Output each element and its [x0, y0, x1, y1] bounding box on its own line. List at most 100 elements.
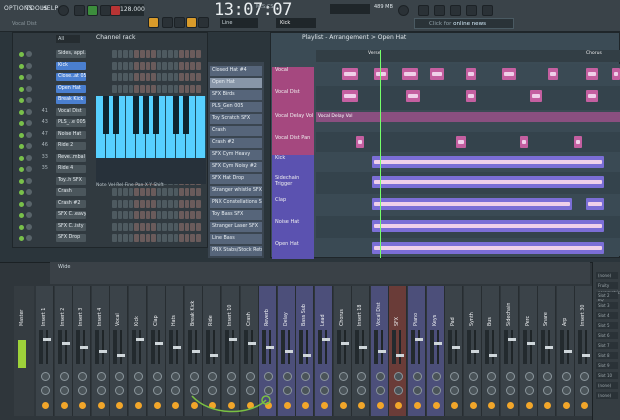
playlist-clip[interactable]	[466, 68, 476, 80]
volume-fader-track[interactable]	[511, 330, 513, 364]
step-button[interactable]	[184, 211, 190, 219]
volume-fader[interactable]	[322, 338, 330, 341]
pan-knob[interactable]	[506, 372, 515, 381]
playlist-clip[interactable]	[530, 90, 542, 102]
step-button[interactable]	[167, 199, 173, 208]
channel-mute-led[interactable]	[19, 224, 24, 230]
pan-knob[interactable]	[115, 372, 125, 381]
volume-fader[interactable]	[154, 342, 163, 345]
step-button[interactable]	[167, 50, 173, 58]
channel-name-button[interactable]: Crash	[56, 188, 86, 196]
pan-knob[interactable]	[543, 372, 553, 381]
volume-fader[interactable]	[359, 346, 368, 349]
track-lane[interactable]	[316, 152, 620, 172]
step-button[interactable]	[184, 50, 190, 58]
route-send-led[interactable]	[395, 402, 403, 409]
step-button[interactable]	[123, 73, 128, 81]
step-button[interactable]	[128, 211, 134, 219]
step-button[interactable]	[156, 188, 162, 196]
playlist-clip[interactable]	[342, 90, 358, 102]
step-sequencer[interactable]	[112, 84, 201, 93]
tempo-display[interactable]: 128.000	[120, 4, 145, 16]
step-button[interactable]	[139, 84, 145, 93]
mixer-insert-strip[interactable]: Perc	[519, 286, 538, 416]
pan-knob[interactable]	[152, 372, 162, 381]
channel-mute-led[interactable]	[19, 155, 24, 161]
step-button[interactable]	[151, 199, 156, 208]
channel-mute-led[interactable]	[19, 190, 24, 195]
volume-fader[interactable]	[582, 354, 591, 357]
piano-key-black[interactable]	[133, 96, 139, 134]
route-send-led[interactable]	[321, 402, 328, 409]
pencil-icon[interactable]	[162, 17, 173, 28]
playlist-clip[interactable]	[502, 68, 516, 80]
step-button[interactable]	[139, 50, 145, 58]
pattern-item[interactable]: PNX Stabs/Stock Retro..	[210, 246, 262, 256]
step-button[interactable]	[190, 50, 195, 58]
channel-pan-knob[interactable]	[26, 235, 32, 241]
step-button[interactable]	[184, 73, 190, 81]
pattern-item[interactable]: Crash #2	[210, 138, 262, 148]
marker-verse[interactable]: Verse	[368, 51, 380, 56]
volume-fader-track[interactable]	[436, 330, 439, 364]
clock-icon[interactable]	[398, 5, 409, 16]
mixer-insert-strip[interactable]: Synth	[463, 286, 482, 416]
stereo-knob[interactable]	[282, 386, 292, 395]
step-button[interactable]	[195, 188, 201, 196]
effect-slot[interactable]: Slot 3	[596, 302, 618, 309]
stereo-knob[interactable]	[431, 386, 441, 395]
pan-knob[interactable]	[580, 372, 590, 381]
mixer-insert-strip[interactable]: Vocal Dist	[370, 286, 389, 416]
step-button[interactable]	[167, 84, 173, 93]
step-sequencer[interactable]	[112, 61, 201, 70]
playlist-clip[interactable]	[520, 136, 528, 148]
channel-mixer-track[interactable]: 43	[34, 119, 48, 125]
playlist-clip[interactable]	[586, 90, 598, 102]
step-button[interactable]	[184, 61, 190, 70]
step-button[interactable]	[184, 188, 190, 196]
step-button[interactable]	[190, 84, 195, 93]
step-button[interactable]	[123, 211, 128, 219]
playlist-clip[interactable]	[342, 68, 358, 80]
channel-pan-knob[interactable]	[26, 62, 32, 69]
track-header[interactable]: Vocal Dist Pan	[272, 135, 314, 157]
step-button[interactable]	[117, 188, 123, 196]
volume-fader-track[interactable]	[473, 330, 476, 364]
step-button[interactable]	[179, 84, 184, 93]
route-send-led[interactable]	[525, 402, 533, 409]
channel-pan-knob[interactable]	[26, 85, 32, 92]
volume-fader-track[interactable]	[232, 330, 234, 364]
step-button[interactable]	[151, 61, 156, 70]
step-button[interactable]	[128, 188, 134, 196]
pan-knob[interactable]	[524, 372, 534, 381]
channel-name-button[interactable]: Vocal Dist	[56, 107, 86, 116]
playhead[interactable]	[380, 50, 381, 258]
stereo-knob[interactable]	[152, 386, 162, 395]
piano-key-black[interactable]	[113, 96, 119, 134]
step-button[interactable]	[190, 222, 195, 231]
step-button[interactable]	[162, 50, 167, 58]
channel-mute-led[interactable]	[19, 201, 24, 207]
pan-knob[interactable]	[96, 372, 106, 381]
stereo-knob[interactable]	[580, 386, 590, 395]
step-button[interactable]	[134, 188, 139, 196]
step-button[interactable]	[173, 199, 179, 208]
track-lane[interactable]	[316, 86, 620, 110]
volume-fader-track[interactable]	[529, 330, 532, 364]
step-button[interactable]	[184, 199, 190, 208]
step-button[interactable]	[134, 199, 139, 208]
volume-fader[interactable]	[563, 350, 572, 353]
step-button[interactable]	[156, 50, 162, 58]
channel-row[interactable]: Open Hat	[16, 84, 206, 94]
mixer-insert-strip[interactable]: Snare	[538, 286, 557, 416]
step-button[interactable]	[190, 234, 195, 242]
channel-name-button[interactable]: Ride 4	[56, 165, 86, 173]
effect-slot[interactable]: (none)	[596, 382, 618, 389]
playlist-clip[interactable]	[374, 68, 388, 80]
step-button[interactable]	[173, 222, 179, 231]
mixer-insert-strip[interactable]: Lead	[315, 286, 333, 416]
piano-key-black[interactable]	[103, 96, 109, 134]
pan-knob[interactable]	[450, 372, 460, 381]
mixer-insert-strip[interactable]: Piano	[408, 286, 426, 416]
pan-knob[interactable]	[301, 372, 311, 381]
